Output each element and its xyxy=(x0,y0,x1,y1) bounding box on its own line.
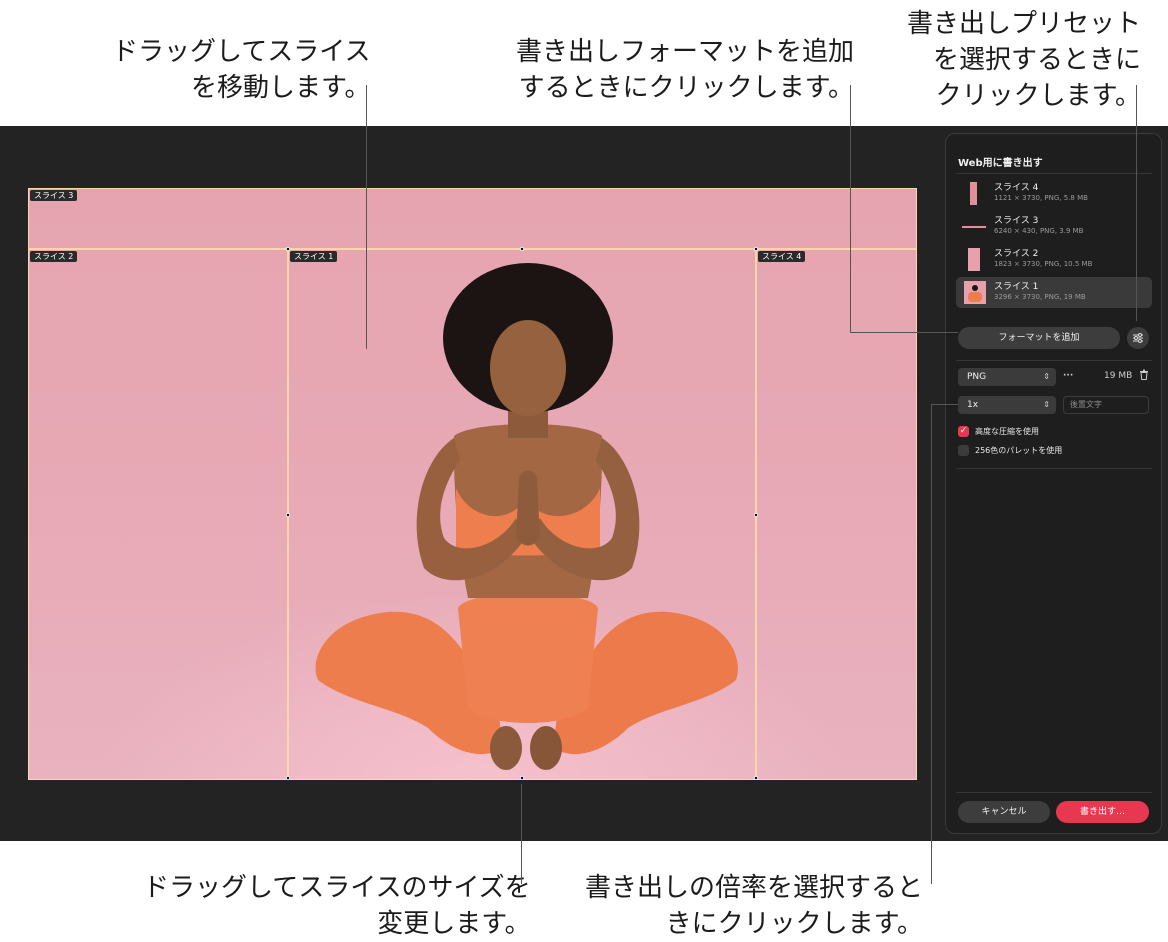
slice-thumbnail xyxy=(968,248,980,271)
palette-256-label: 256色のパレットを使用 xyxy=(975,446,1063,455)
resize-handle[interactable] xyxy=(286,776,290,780)
leader-line xyxy=(521,784,522,884)
resize-handle[interactable] xyxy=(286,247,290,251)
callout-line: きにクリックします。 xyxy=(665,909,924,939)
slice-name: スライス 3 xyxy=(994,216,1039,226)
format-type-value: PNG xyxy=(967,372,987,382)
slice-3-tag: スライス 3 xyxy=(30,190,78,201)
thumbnail-figure xyxy=(972,285,978,291)
app-window: スライス 3 スライス 2 スライス 1 スライス 4 Web用に書き出す スラ… xyxy=(0,126,1168,841)
slice-4-frame[interactable] xyxy=(756,249,917,780)
callout-line: 書き出しフォーマットを追加 xyxy=(516,37,855,67)
export-preset-button[interactable] xyxy=(1127,327,1149,349)
slice-name: スライス 2 xyxy=(994,249,1039,259)
resize-handle[interactable] xyxy=(754,247,758,251)
leader-line xyxy=(931,404,932,884)
callout-line: 変更します。 xyxy=(377,909,531,939)
leader-line xyxy=(850,85,851,333)
resize-handle[interactable] xyxy=(520,776,524,780)
chevron-updown-icon: ⇕ xyxy=(1043,372,1050,381)
callout-add-format: 書き出しフォーマットを追加 するときにクリックします。 xyxy=(516,34,854,106)
slice-meta: 1823 × 3730, PNG, 10.5 MB xyxy=(994,260,1093,268)
cancel-button[interactable]: キャンセル xyxy=(958,801,1050,823)
slice-list-item-3[interactable]: スライス 3 6240 × 430, PNG, 3.9 MB xyxy=(956,211,1152,242)
leader-line xyxy=(1136,85,1137,321)
thumbnail-figure xyxy=(968,292,982,302)
slice-2-tag: スライス 2 xyxy=(30,251,78,262)
slice-thumbnail xyxy=(962,226,986,228)
chevron-updown-icon: ⇕ xyxy=(1043,400,1050,409)
slice-thumbnail xyxy=(970,182,977,205)
divider xyxy=(956,792,1152,793)
export-button[interactable]: 書き出す… xyxy=(1056,801,1149,823)
format-file-size: 19 MB xyxy=(1104,371,1133,381)
slice-1-frame[interactable] xyxy=(288,249,756,780)
callout-line: ドラッグしてスライス xyxy=(112,37,371,67)
advanced-compression-label: 高度な圧縮を使用 xyxy=(975,427,1039,436)
callout-line: するときにクリックします。 xyxy=(518,73,855,103)
divider xyxy=(956,468,1152,469)
divider xyxy=(956,360,1152,361)
palette-256-checkbox[interactable] xyxy=(958,445,969,456)
panel-title: Web用に書き出す xyxy=(958,158,1043,169)
callout-scale: 書き出しの倍率を選択すると きにクリックします。 xyxy=(585,870,923,942)
slice-meta: 6240 × 430, PNG, 3.9 MB xyxy=(994,227,1084,235)
export-for-web-panel: Web用に書き出す スライス 4 1121 × 3730, PNG, 5.8 M… xyxy=(945,133,1162,834)
slice-3-frame[interactable] xyxy=(28,188,917,249)
advanced-compression-checkbox[interactable]: ✓ xyxy=(958,426,969,437)
format-more-button[interactable]: ··· xyxy=(1063,371,1073,381)
resize-handle[interactable] xyxy=(754,776,758,780)
callout-line: を移動します。 xyxy=(191,73,371,103)
resize-handle[interactable] xyxy=(754,513,758,517)
slice-2-frame[interactable] xyxy=(28,249,288,780)
slice-meta: 3296 × 3730, PNG, 19 MB xyxy=(994,293,1086,301)
slice-thumbnail xyxy=(964,281,986,304)
slice-name: スライス 4 xyxy=(994,183,1039,193)
slice-name: スライス 1 xyxy=(994,282,1039,292)
slice-list-item-2[interactable]: スライス 2 1823 × 3730, PNG, 10.5 MB xyxy=(956,244,1152,275)
scale-select[interactable]: 1x ⇕ xyxy=(958,396,1056,414)
callout-line: を選択するときに xyxy=(933,45,1142,75)
trash-icon[interactable] xyxy=(1139,369,1149,383)
slice-4-tag: スライス 4 xyxy=(758,251,806,262)
leader-line xyxy=(850,332,958,333)
leader-line xyxy=(366,85,367,349)
scale-value: 1x xyxy=(967,400,979,410)
add-format-button[interactable]: フォーマットを追加 xyxy=(958,327,1120,349)
leader-line xyxy=(931,404,958,405)
canvas-image[interactable]: スライス 3 スライス 2 スライス 1 スライス 4 xyxy=(28,188,917,780)
resize-handle[interactable] xyxy=(286,513,290,517)
divider xyxy=(956,173,1152,174)
format-type-select[interactable]: PNG ⇕ xyxy=(958,368,1056,386)
callout-move-slice: ドラッグしてスライス を移動します。 xyxy=(112,34,370,106)
callout-resize-slice: ドラッグしてスライスのサイズを 変更します。 xyxy=(143,870,531,942)
callout-line: 書き出しの倍率を選択すると xyxy=(585,873,924,903)
slice-list-item-1[interactable]: スライス 1 3296 × 3730, PNG, 19 MB xyxy=(956,277,1152,308)
resize-handle[interactable] xyxy=(520,247,524,251)
sliders-icon xyxy=(1133,333,1143,343)
callout-line: クリックします。 xyxy=(935,81,1142,111)
slice-list-item-4[interactable]: スライス 4 1121 × 3730, PNG, 5.8 MB xyxy=(956,178,1152,209)
slice-1-tag: スライス 1 xyxy=(290,251,338,262)
callout-line: 書き出しプリセット xyxy=(907,9,1142,39)
callout-preset: 書き出しプリセット を選択するときに クリックします。 xyxy=(907,6,1141,114)
slice-meta: 1121 × 3730, PNG, 5.8 MB xyxy=(994,194,1088,202)
callout-line: ドラッグしてスライスのサイズを xyxy=(143,873,531,903)
suffix-input[interactable]: 後置文字 xyxy=(1063,396,1149,414)
